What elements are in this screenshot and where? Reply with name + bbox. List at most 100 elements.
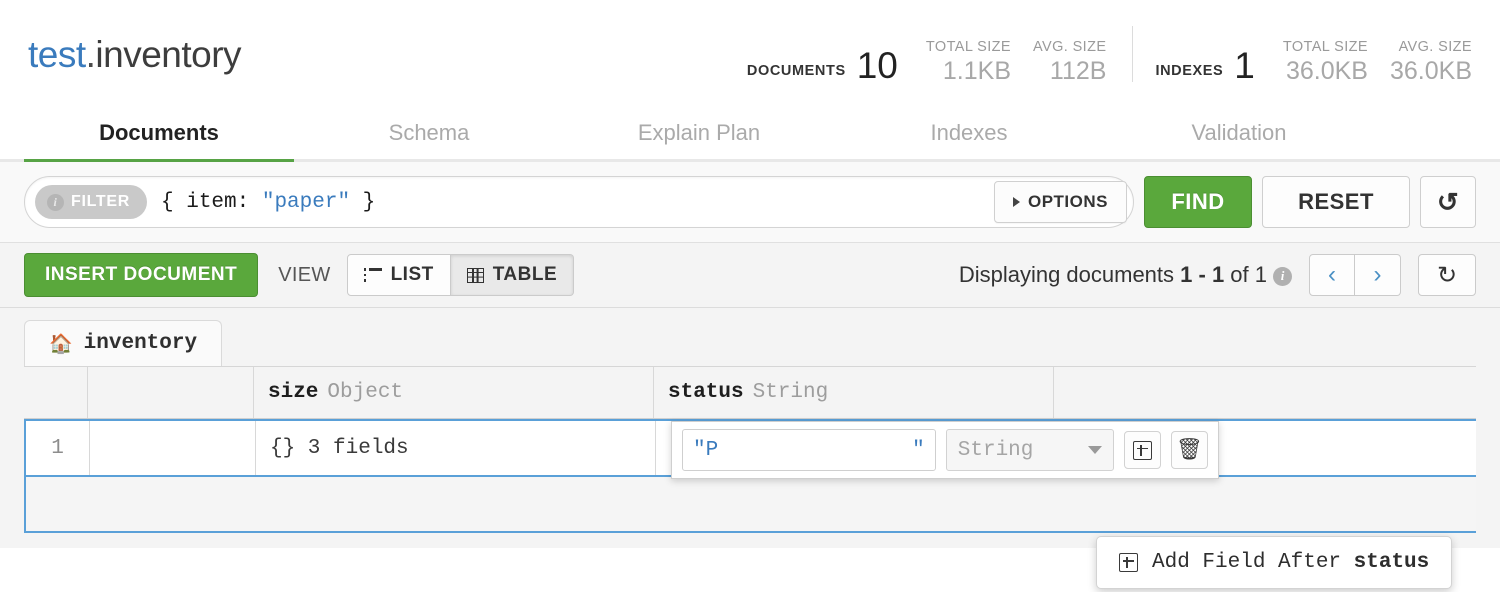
info-circle-icon: i bbox=[47, 194, 64, 211]
menu-item-add-field-after[interactable]: Add Field After status bbox=[1097, 545, 1451, 580]
value-input[interactable]: "P " bbox=[682, 429, 936, 471]
stats-divider bbox=[1132, 26, 1133, 82]
documents-stat-label: DOCUMENTS bbox=[747, 63, 846, 79]
view-mode-list-label: LIST bbox=[391, 264, 434, 286]
reset-button[interactable]: RESET bbox=[1262, 176, 1410, 228]
indexes-total-size-value: 36.0KB bbox=[1283, 59, 1368, 84]
collection-header: test.inventory DOCUMENTS 10 TOTAL SIZE 1… bbox=[0, 0, 1500, 110]
breadcrumb-label: inventory bbox=[84, 332, 197, 355]
trash-icon: 🗑 bbox=[1176, 438, 1203, 462]
menu-item-field: status bbox=[1354, 551, 1430, 574]
view-mode-table[interactable]: TABLE bbox=[451, 254, 574, 296]
documents-stat: DOCUMENTS 10 bbox=[747, 47, 904, 84]
options-label: OPTIONS bbox=[1028, 192, 1108, 212]
indexes-stat-label: INDEXES bbox=[1155, 63, 1223, 79]
filter-query-string: "paper" bbox=[262, 191, 350, 214]
stat-group-indexes: INDEXES 1 TOTAL SIZE 36.0KB AVG. SIZE 36… bbox=[1155, 40, 1472, 84]
type-select[interactable]: String bbox=[946, 429, 1114, 471]
refresh-button[interactable]: ↻ bbox=[1418, 254, 1476, 296]
documents-table-area: 🏠 inventory size Object status String 1 … bbox=[0, 308, 1500, 548]
home-icon: 🏠 bbox=[49, 332, 73, 356]
view-label: VIEW bbox=[278, 264, 330, 287]
value-input-value: P bbox=[706, 439, 719, 462]
add-field-button[interactable] bbox=[1124, 431, 1161, 469]
column-header-status-field: status bbox=[668, 381, 744, 404]
column-header-size-field: size bbox=[268, 381, 318, 404]
namespace-separator: . bbox=[86, 34, 96, 75]
grid-empty-row bbox=[24, 477, 1476, 533]
tab-explain-plan[interactable]: Explain Plan bbox=[564, 120, 834, 159]
documents-total-size-value: 1.1KB bbox=[926, 59, 1011, 84]
breadcrumb-item-inventory[interactable]: 🏠 inventory bbox=[24, 320, 222, 366]
filter-query-suffix: } bbox=[350, 191, 375, 214]
close-quote: " bbox=[912, 439, 925, 462]
view-mode-list[interactable]: LIST bbox=[347, 254, 451, 296]
filter-query-text: { item: "paper" } bbox=[161, 191, 375, 214]
collection-name: inventory bbox=[95, 34, 241, 75]
previous-page-button[interactable]: ‹ bbox=[1309, 254, 1355, 296]
document-grid: size Object status String 1 {} 3 fields … bbox=[24, 366, 1476, 533]
tab-schema[interactable]: Schema bbox=[294, 120, 564, 159]
paging-prefix: Displaying documents bbox=[959, 262, 1180, 287]
value-input-text: "P bbox=[693, 439, 718, 462]
pagination-controls: Displaying documents 1 - 1 of 1i ‹ › ↻ bbox=[959, 254, 1476, 296]
insert-document-button[interactable]: INSERT DOCUMENT bbox=[24, 253, 258, 297]
filter-query-prefix: { item: bbox=[161, 191, 262, 214]
table-row[interactable]: 1 {} 3 fields "P " String bbox=[24, 419, 1476, 477]
add-field-context-menu: Add Field After status bbox=[1096, 536, 1452, 589]
filter-input[interactable]: i FILTER { item: "paper" } OPTIONS bbox=[24, 176, 1134, 228]
breadcrumb: 🏠 inventory bbox=[24, 320, 1476, 366]
chevron-down-icon bbox=[1088, 446, 1102, 454]
open-quote: " bbox=[693, 439, 706, 462]
row-cell-size[interactable]: {} 3 fields bbox=[256, 421, 656, 475]
displaying-documents-text: Displaying documents 1 - 1 of 1i bbox=[959, 262, 1292, 288]
indexes-total-size-label: TOTAL SIZE bbox=[1283, 40, 1368, 55]
column-header-size-type: Object bbox=[327, 381, 403, 404]
plus-box-icon bbox=[1133, 441, 1152, 460]
page-title: test.inventory bbox=[28, 34, 241, 76]
filter-badge: i FILTER bbox=[35, 185, 147, 219]
indexes-total-size: TOTAL SIZE 36.0KB bbox=[1261, 40, 1368, 84]
delete-field-button[interactable]: 🗑 bbox=[1171, 431, 1208, 469]
query-bar: i FILTER { item: "paper" } OPTIONS FIND … bbox=[0, 162, 1500, 243]
column-header-empty bbox=[1054, 367, 1476, 418]
view-mode-table-label: TABLE bbox=[493, 264, 557, 286]
menu-item-label: Add Field After status bbox=[1152, 551, 1429, 574]
database-name: test bbox=[28, 34, 86, 75]
next-page-button[interactable]: › bbox=[1355, 254, 1401, 296]
tab-indexes[interactable]: Indexes bbox=[834, 120, 1104, 159]
collection-stats: DOCUMENTS 10 TOTAL SIZE 1.1KB AVG. SIZE … bbox=[747, 26, 1472, 84]
cell-editor[interactable]: "P " String 🗑 bbox=[671, 421, 1219, 479]
tab-validation[interactable]: Validation bbox=[1104, 120, 1374, 159]
paging-info-icon[interactable]: i bbox=[1273, 267, 1292, 286]
indexes-avg-size-label: AVG. SIZE bbox=[1390, 40, 1472, 55]
grid-header-blank bbox=[88, 367, 254, 418]
paging-range: 1 - 1 bbox=[1180, 262, 1224, 287]
chevron-right-icon bbox=[1013, 197, 1020, 207]
documents-toolbar: INSERT DOCUMENT VIEW LIST TABLE Displayi… bbox=[0, 243, 1500, 308]
documents-stat-value: 10 bbox=[857, 47, 898, 84]
grid-header-rownum bbox=[24, 367, 88, 418]
options-toggle-button[interactable]: OPTIONS bbox=[994, 181, 1127, 223]
plus-box-icon bbox=[1119, 553, 1138, 572]
collection-tab-bar: Documents Schema Explain Plan Indexes Va… bbox=[0, 110, 1500, 162]
row-cell-blank[interactable] bbox=[90, 421, 256, 475]
documents-total-size-label: TOTAL SIZE bbox=[926, 40, 1011, 55]
tab-documents[interactable]: Documents bbox=[24, 120, 294, 159]
query-history-icon[interactable]: ↺ bbox=[1420, 176, 1476, 228]
row-cell-size-value: {} 3 fields bbox=[270, 437, 409, 460]
column-header-size[interactable]: size Object bbox=[254, 367, 654, 418]
table-grid-icon bbox=[467, 268, 484, 283]
type-select-value: String bbox=[958, 439, 1034, 462]
find-button[interactable]: FIND bbox=[1144, 176, 1252, 228]
column-header-status[interactable]: status String bbox=[654, 367, 1054, 418]
documents-avg-size: AVG. SIZE 112B bbox=[1011, 40, 1106, 84]
list-icon bbox=[364, 268, 382, 282]
menu-item-prefix: Add Field After bbox=[1152, 551, 1354, 574]
documents-avg-size-label: AVG. SIZE bbox=[1033, 40, 1106, 55]
documents-total-size: TOTAL SIZE 1.1KB bbox=[904, 40, 1011, 84]
indexes-avg-size-value: 36.0KB bbox=[1390, 59, 1472, 84]
stat-group-documents: DOCUMENTS 10 TOTAL SIZE 1.1KB AVG. SIZE … bbox=[747, 40, 1107, 84]
pager-group: ‹ › bbox=[1309, 254, 1401, 296]
column-header-status-type: String bbox=[753, 381, 829, 404]
